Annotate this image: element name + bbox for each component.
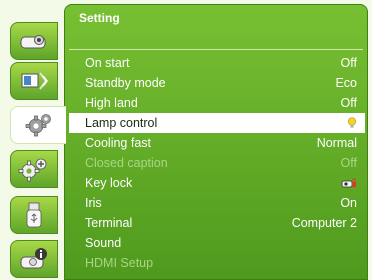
sidebar (0, 0, 66, 280)
sidebar-tab-projector[interactable] (10, 22, 58, 60)
menu-item-label: High land (85, 96, 138, 110)
menu-item-sound[interactable]: Sound (77, 233, 365, 253)
menu-item-closed-caption: Closed caption Off (77, 153, 365, 173)
menu-item-label: HDMI Setup (85, 256, 154, 270)
menu-item-value: Computer 2 (291, 216, 357, 230)
projector-lock-icon (341, 177, 357, 189)
menu-item-terminal[interactable]: Terminal Computer 2 (77, 213, 365, 233)
menu-item-iris[interactable]: Iris On (77, 193, 365, 213)
sidebar-tab-usb[interactable] (10, 196, 58, 234)
menu-item-value: On (340, 196, 357, 210)
menu-item-label: Iris (85, 196, 102, 210)
menu-item-label: Closed caption (85, 156, 168, 170)
menu-item-high-land[interactable]: High land Off (77, 93, 365, 113)
menu-item-cooling-fast[interactable]: Cooling fast Normal (77, 133, 365, 153)
menu-item-hdmi-setup: HDMI Setup (77, 253, 365, 273)
sidebar-tab-setting[interactable] (10, 106, 66, 144)
menu-item-label: Terminal (85, 216, 133, 230)
sidebar-tab-display[interactable] (10, 62, 58, 100)
menu-item-on-start[interactable]: On start Off (77, 53, 365, 73)
menu-panel: Setting On start Off Standby mode Eco Hi… (64, 4, 368, 280)
title-divider (69, 49, 363, 50)
menu-item-label: Sound (85, 236, 122, 250)
sidebar-tab-extended[interactable] (10, 150, 58, 188)
menu-item-label: On start (85, 56, 130, 70)
menu-item-lamp-control[interactable]: Lamp control (69, 113, 365, 133)
projector-icon (19, 31, 49, 51)
menu-item-label: Lamp control (85, 116, 158, 130)
menu-item-standby-mode[interactable]: Standby mode Eco (77, 73, 365, 93)
menu-item-value: Eco (335, 76, 357, 90)
sidebar-tab-info[interactable] (10, 240, 58, 278)
menu-item-key-lock[interactable]: Key lock (77, 173, 365, 193)
menu-item-value: Off (340, 96, 357, 110)
lamp-icon (347, 117, 357, 129)
menu-item-value: Normal (316, 136, 357, 150)
menu-item-value: Off (340, 156, 357, 170)
screen: Setting On start Off Standby mode Eco Hi… (0, 0, 372, 280)
display-adjust-icon (19, 70, 49, 92)
menu-item-value: Off (340, 56, 357, 70)
settings-gear-icon (24, 112, 54, 138)
menu-title: Setting (79, 11, 120, 25)
menu-item-label: Cooling fast (85, 136, 152, 150)
menu-item-label: Standby mode (85, 76, 166, 90)
menu-item-label: Key lock (85, 176, 133, 190)
extended-gears-icon (18, 156, 50, 182)
projector-info-icon (19, 247, 49, 271)
usb-icon (24, 201, 44, 229)
